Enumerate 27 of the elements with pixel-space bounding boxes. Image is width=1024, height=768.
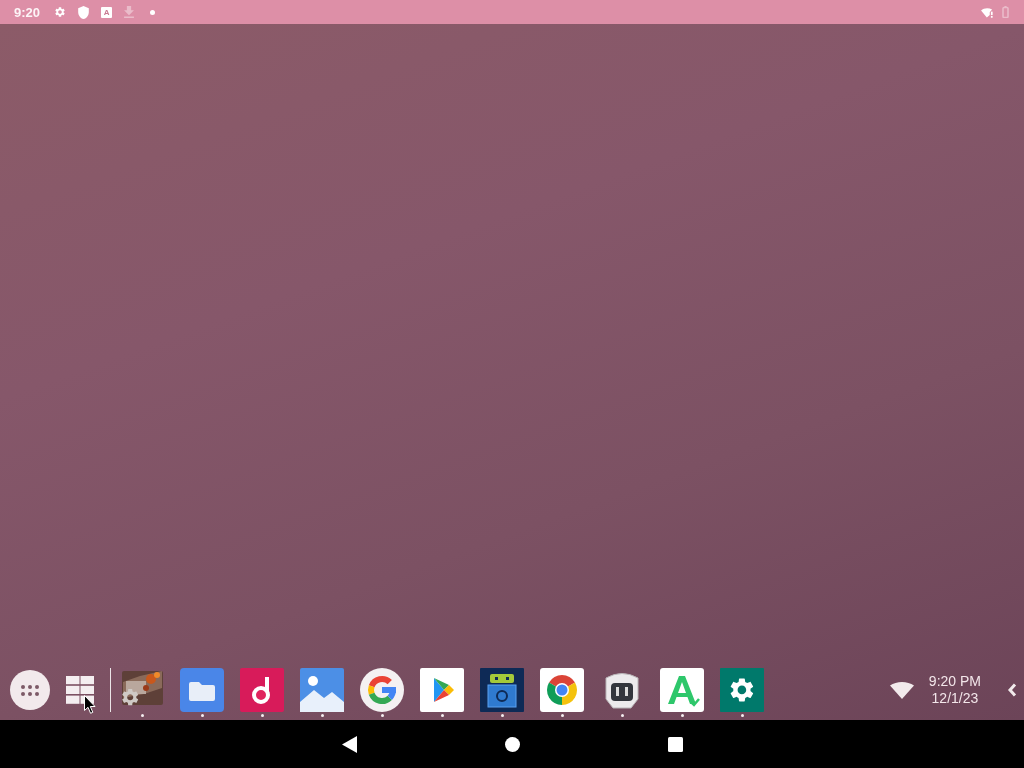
app-drawer-button[interactable] xyxy=(10,670,50,710)
robot-box-icon[interactable] xyxy=(480,668,524,712)
dots-grid-icon xyxy=(21,684,39,696)
shield-icon xyxy=(78,5,90,19)
download-icon xyxy=(124,6,135,18)
wifi-icon[interactable] xyxy=(889,681,914,699)
landscape-picture-icon[interactable] xyxy=(300,668,344,712)
window-grid-icon[interactable] xyxy=(66,676,94,704)
mouse-pointer-icon xyxy=(84,695,96,714)
input-method-indicator: A xyxy=(101,6,113,18)
clock[interactable]: 9:20 PM 12/1/23 xyxy=(928,673,981,707)
status-time: 9:20 xyxy=(14,4,41,20)
tricolor-ring-icon[interactable] xyxy=(540,668,584,712)
settings-icon[interactable] xyxy=(720,668,764,712)
chevron-left-icon[interactable] xyxy=(1007,683,1017,697)
clock-time: 9:20 PM xyxy=(928,673,981,690)
home-icon[interactable] xyxy=(504,736,520,752)
clock-date: 12/1/23 xyxy=(931,690,979,707)
settings-icon xyxy=(54,6,67,18)
multicolor-g-icon[interactable] xyxy=(360,668,404,712)
recents-icon[interactable] xyxy=(667,736,683,752)
dot-icon xyxy=(150,9,156,15)
wifi-alert-icon xyxy=(981,6,995,18)
battery-icon xyxy=(1002,6,1009,18)
back-icon[interactable] xyxy=(341,735,357,753)
music-note-icon[interactable] xyxy=(240,668,284,712)
folder-icon[interactable] xyxy=(180,668,224,712)
